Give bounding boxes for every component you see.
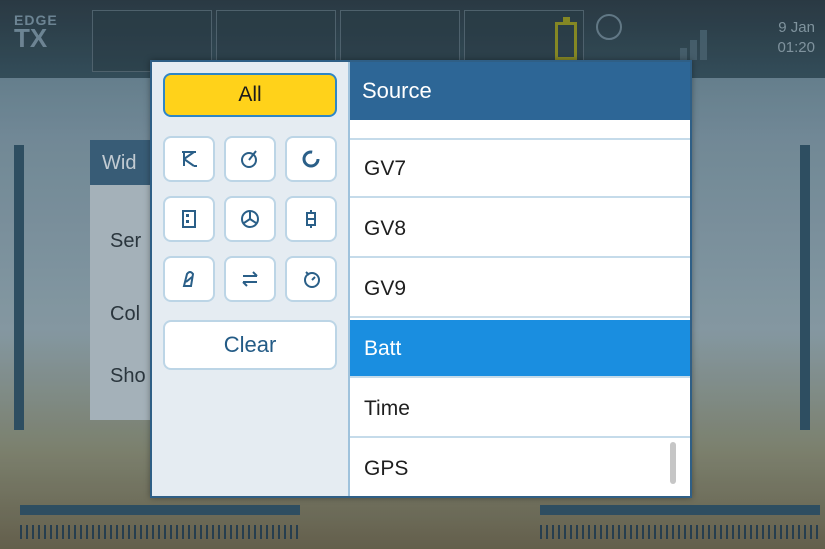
timer-icon (304, 271, 320, 288)
list-item-gps[interactable]: GPS (350, 440, 690, 498)
filter-telemetry-button[interactable] (163, 256, 215, 302)
filter-trainer-button[interactable] (224, 196, 276, 242)
filter-switches-button[interactable] (285, 196, 337, 242)
filter-logical-switches-button[interactable] (224, 136, 276, 182)
channel-icon (182, 210, 196, 228)
rotary-icon (302, 150, 320, 168)
filter-timers-button[interactable] (285, 256, 337, 302)
filter-all-button[interactable]: All (163, 73, 337, 117)
switch-icon (306, 210, 316, 228)
list-item-gv7[interactable]: GV7 (350, 140, 690, 198)
filter-inputs-button[interactable] (163, 136, 215, 182)
radio-screen: EDGE TX 9 Jan 01:20 Wid Ser Col Sho All (0, 0, 825, 549)
list-item-gv8[interactable]: GV8 (350, 200, 690, 258)
source-list-pane: Source GV7 GV8 GV9 Batt Time GPS (348, 62, 690, 496)
input-icon (182, 151, 197, 167)
list-item-time[interactable]: Time (350, 380, 690, 438)
list-item-gv9[interactable]: GV9 (350, 260, 690, 318)
filter-clear-button[interactable]: Clear (163, 320, 337, 370)
list-scrollbar[interactable] (670, 442, 676, 484)
swap-icon (242, 271, 258, 287)
list-item-partial[interactable] (350, 120, 690, 140)
gauge-icon (241, 150, 257, 168)
filter-swap-button[interactable] (224, 256, 276, 302)
filter-pane: All Clear (152, 62, 348, 496)
filter-channels-button[interactable] (163, 196, 215, 242)
list-item-batt[interactable]: Batt (350, 320, 690, 378)
source-list-header: Source (350, 62, 690, 120)
telemetry-icon (182, 271, 195, 287)
filter-rotary-button[interactable] (285, 136, 337, 182)
source-picker-dialog: All Clear Source GV7 GV8 GV9 Batt Time G… (150, 60, 692, 498)
trainer-icon (241, 210, 259, 228)
